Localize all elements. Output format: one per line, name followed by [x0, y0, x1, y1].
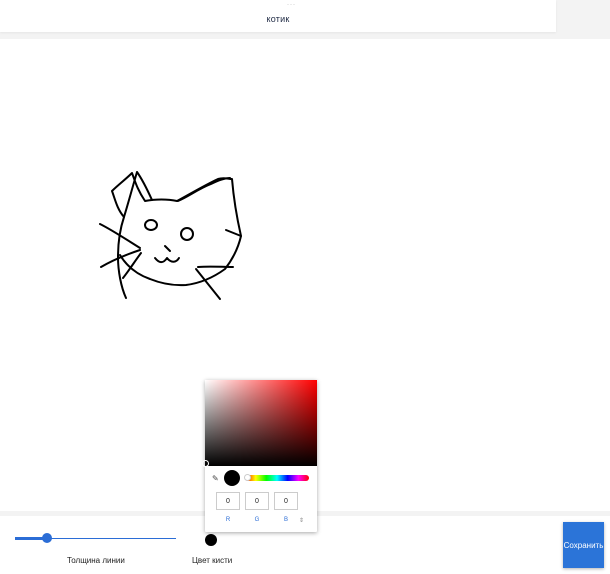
color-mode-toggle[interactable]: ⇕ [299, 517, 304, 524]
cat-left-ear [123, 171, 153, 218]
brush-color-label: Цвет кисти [192, 556, 233, 565]
hue-slider[interactable] [245, 475, 309, 481]
cat-whisker-left-1 [99, 223, 141, 249]
saturation-area[interactable] [202, 380, 317, 467]
cat-nose [164, 245, 171, 252]
color-picker-popup: ✎ R G B ⇕ [202, 380, 317, 532]
header-bar: ··· котик [0, 0, 556, 32]
b-input[interactable] [274, 492, 298, 510]
saturation-handle[interactable] [202, 460, 209, 467]
cat-whisker-right-3 [225, 229, 242, 237]
brush-color-swatch[interactable] [205, 534, 217, 546]
slider-thumb[interactable] [42, 533, 52, 543]
thickness-label: Толщина линии [67, 556, 125, 565]
cat-left-eye [144, 219, 158, 231]
cat-whisker-left-2 [100, 249, 141, 268]
g-label: G [254, 517, 260, 523]
eyedropper-icon[interactable]: ✎ [212, 474, 219, 483]
thickness-slider[interactable] [15, 530, 176, 546]
hue-slider-thumb[interactable] [244, 474, 251, 481]
drawing-title: котик [266, 14, 290, 24]
b-label: B [283, 517, 288, 523]
cat-right-eye [180, 227, 194, 241]
save-button[interactable]: Сохранить [563, 522, 604, 568]
r-label: R [225, 517, 231, 523]
current-color-swatch [224, 470, 240, 486]
cat-right-ear [177, 177, 231, 202]
drag-handle[interactable]: ··· [287, 2, 296, 8]
cat-mouth [154, 257, 180, 264]
g-input[interactable] [245, 492, 269, 510]
r-input[interactable] [216, 492, 240, 510]
